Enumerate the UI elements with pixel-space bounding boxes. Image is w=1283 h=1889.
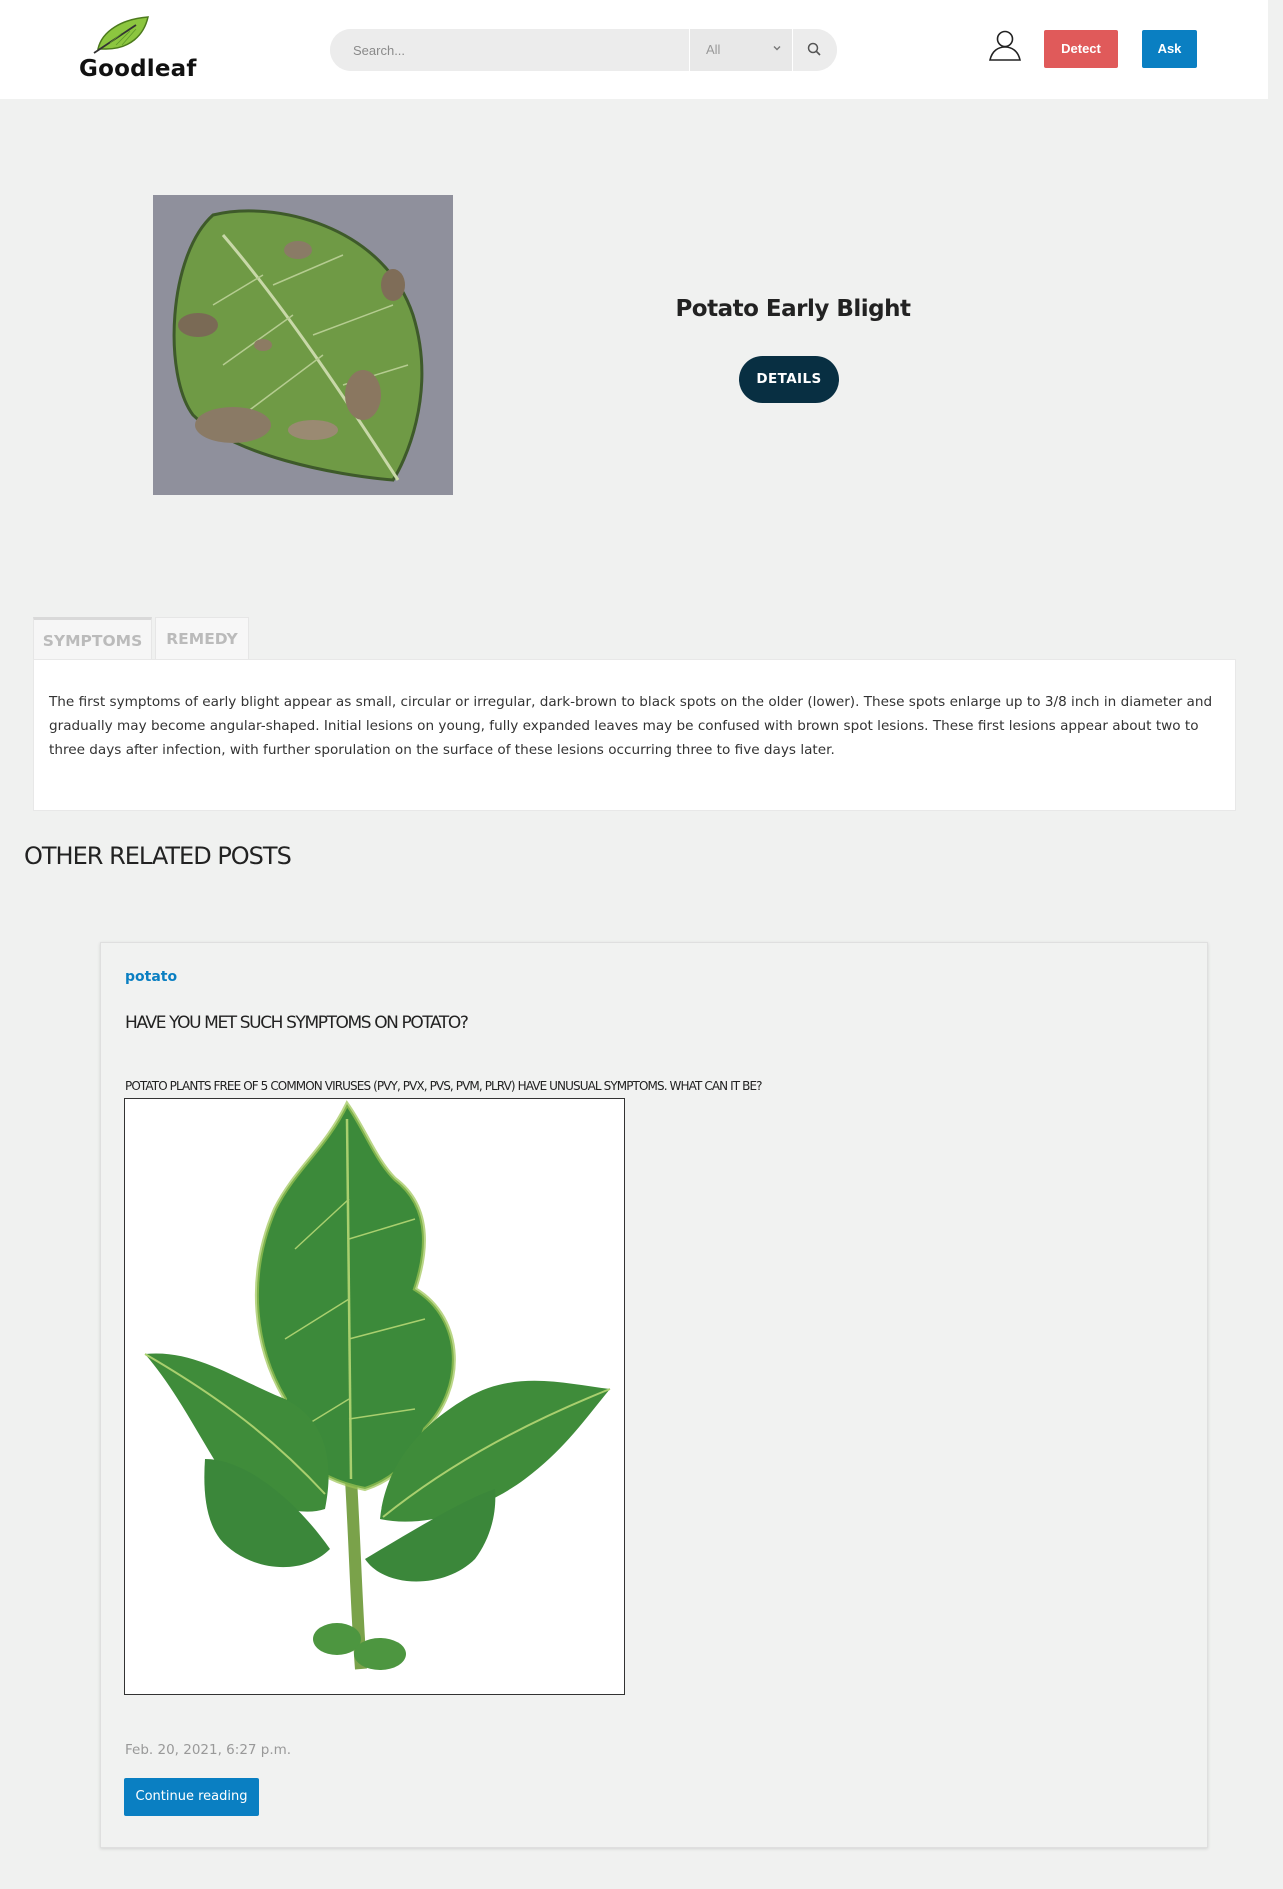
ask-button[interactable]: Ask	[1142, 30, 1197, 68]
user-account-icon[interactable]	[988, 28, 1022, 62]
leaf-logo-icon	[93, 16, 149, 54]
disease-title: Potato Early Blight	[675, 296, 911, 322]
continue-reading-button[interactable]: Continue reading	[124, 1778, 259, 1816]
category-select-value: All	[706, 42, 721, 57]
tab-symptoms[interactable]: SYMPTOMS	[33, 617, 152, 659]
category-select[interactable]: All	[689, 29, 793, 71]
detect-button[interactable]: Detect	[1044, 30, 1118, 68]
tab-remedy[interactable]: REMEDY	[155, 617, 249, 659]
site-header: Goodleaf All Detect Ask	[0, 0, 1268, 99]
disease-leaf-image	[153, 195, 453, 495]
search-button[interactable]	[794, 29, 837, 71]
post-leaf-image	[124, 1098, 625, 1695]
search-bar: All	[330, 29, 837, 71]
symptoms-text: The first symptoms of early blight appea…	[49, 694, 1213, 758]
search-icon	[807, 42, 821, 56]
chevron-down-icon	[772, 42, 782, 56]
details-button[interactable]: DETAILS	[739, 356, 839, 403]
logo-text: Goodleaf	[79, 56, 197, 82]
search-input[interactable]	[330, 29, 688, 71]
post-category-link[interactable]: potato	[125, 969, 177, 985]
logo[interactable]: Goodleaf	[78, 15, 196, 85]
post-date: Feb. 20, 2021, 6:27 p.m.	[125, 1742, 292, 1758]
symptoms-panel: The first symptoms of early blight appea…	[33, 659, 1236, 811]
post-title[interactable]: HAVE YOU MET SUCH SYMPTOMS ON POTATO?	[125, 1013, 469, 1033]
related-posts-heading: OTHER RELATED POSTS	[24, 842, 292, 870]
post-subtitle: POTATO PLANTS FREE OF 5 COMMON VIRUSES (…	[125, 1079, 762, 1093]
post-card: potato HAVE YOU MET SUCH SYMPTOMS ON POT…	[100, 942, 1208, 1848]
